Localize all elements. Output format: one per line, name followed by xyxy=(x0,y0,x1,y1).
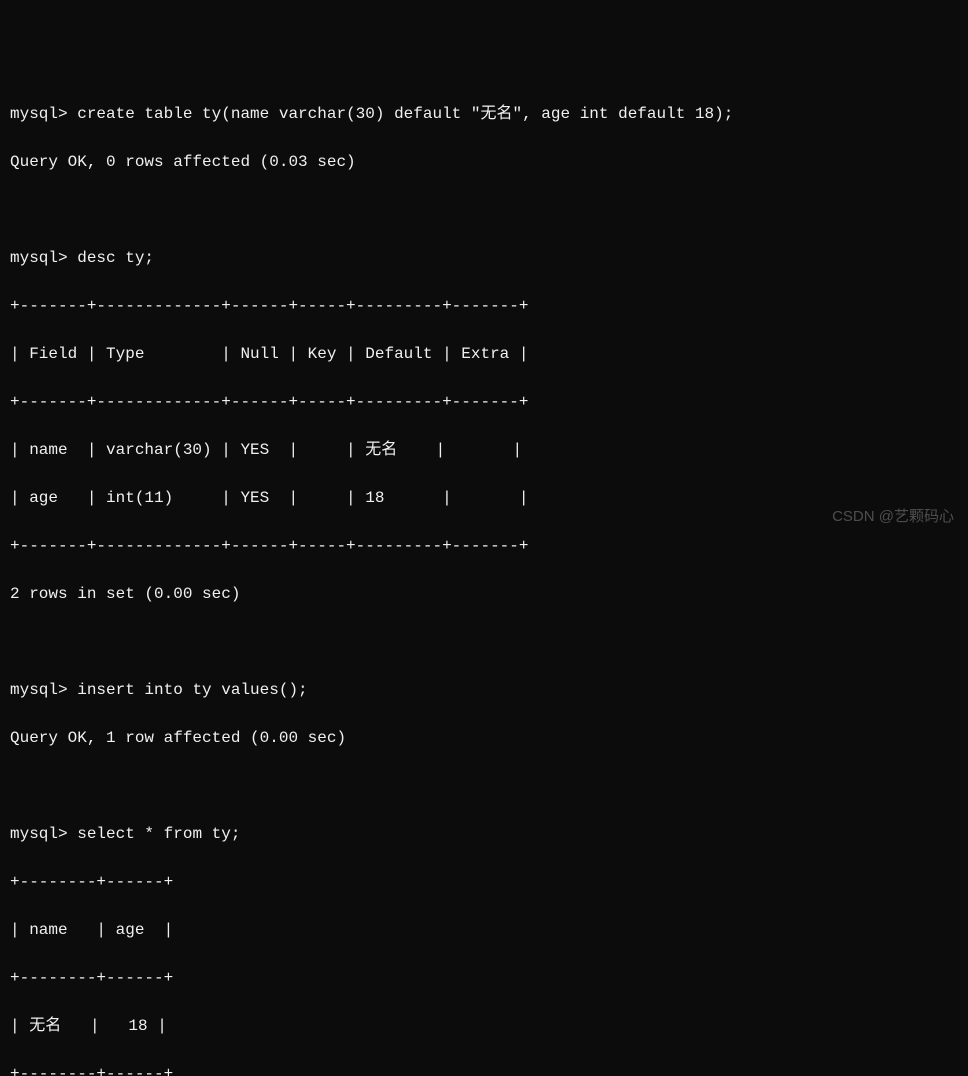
desc-row: | age | int(11) | YES | | 18 | | xyxy=(10,486,958,510)
blank-line xyxy=(10,630,958,654)
command-text: select * from ty; xyxy=(77,825,240,843)
create-table-command: mysql> create table ty(name varchar(30) … xyxy=(10,102,958,126)
command-text: insert into ty values(); xyxy=(77,681,307,699)
insert-result: Query OK, 1 row affected (0.00 sec) xyxy=(10,726,958,750)
create-table-result: Query OK, 0 rows affected (0.03 sec) xyxy=(10,150,958,174)
desc-header: | Field | Type | Null | Key | Default | … xyxy=(10,342,958,366)
insert-command: mysql> insert into ty values(); xyxy=(10,678,958,702)
select-command: mysql> select * from ty; xyxy=(10,822,958,846)
command-text: desc ty; xyxy=(77,249,154,267)
watermark: CSDN @艺颗码心 xyxy=(832,506,954,529)
select-header: | name | age | xyxy=(10,918,958,942)
select-border-bot: +--------+------+ xyxy=(10,1062,958,1076)
mysql-prompt: mysql> xyxy=(10,681,68,699)
mysql-prompt: mysql> xyxy=(10,249,68,267)
desc-border-top: +-------+-------------+------+-----+----… xyxy=(10,294,958,318)
select-border-mid: +--------+------+ xyxy=(10,966,958,990)
desc-border-mid: +-------+-------------+------+-----+----… xyxy=(10,390,958,414)
select-row: | 无名 | 18 | xyxy=(10,1014,958,1038)
desc-row: | name | varchar(30) | YES | | 无名 | | xyxy=(10,438,958,462)
blank-line xyxy=(10,198,958,222)
mysql-prompt: mysql> xyxy=(10,825,68,843)
mysql-prompt: mysql> xyxy=(10,105,68,123)
blank-line xyxy=(10,774,958,798)
select-border-top: +--------+------+ xyxy=(10,870,958,894)
desc-summary: 2 rows in set (0.00 sec) xyxy=(10,582,958,606)
desc-command: mysql> desc ty; xyxy=(10,246,958,270)
command-text: create table ty(name varchar(30) default… xyxy=(77,105,733,123)
